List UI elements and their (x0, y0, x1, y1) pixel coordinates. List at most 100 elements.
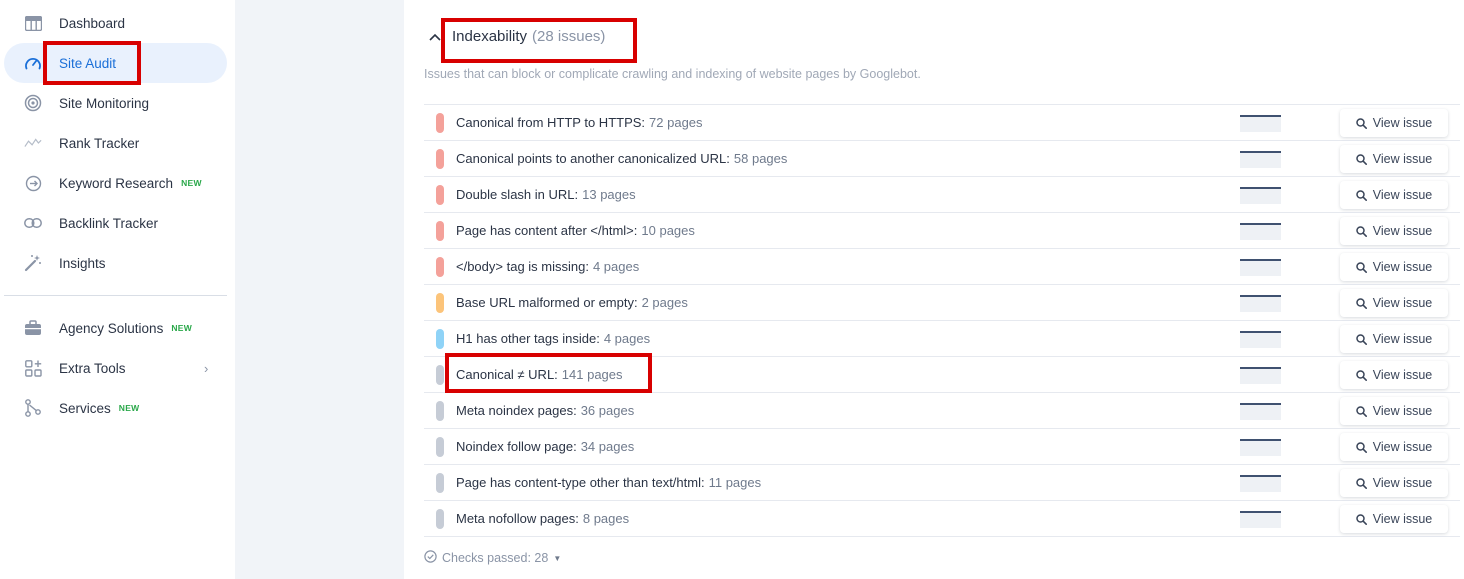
sidebar-item-backlink-tracker[interactable]: Backlink Tracker (4, 203, 227, 243)
view-issue-button[interactable]: View issue (1340, 361, 1448, 389)
issue-row: Canonical points to another canonicalize… (424, 141, 1460, 177)
sidebar-item-label: Backlink Tracker (59, 215, 159, 231)
view-issue-button[interactable]: View issue (1340, 181, 1448, 209)
view-issue-button[interactable]: View issue (1340, 325, 1448, 353)
sidebar-item-site-audit[interactable]: Site Audit (4, 43, 227, 83)
sidebar-item-services[interactable]: Services NEW (4, 388, 227, 428)
view-issue-label: View issue (1372, 116, 1433, 130)
severity-indicator (436, 365, 444, 385)
grid-plus-icon (24, 359, 42, 377)
view-issue-button[interactable]: View issue (1340, 145, 1448, 173)
severity-indicator (436, 221, 444, 241)
issue-label: Noindex follow page: 34 pages (456, 439, 634, 454)
search-icon (1355, 225, 1367, 237)
sidebar: Dashboard Site Audit Site Monitoring Ran… (0, 0, 235, 579)
search-icon (1355, 117, 1367, 129)
sidebar-item-label: Keyword Research (59, 175, 174, 191)
severity-indicator (436, 149, 444, 169)
view-issue-label: View issue (1372, 476, 1433, 490)
view-issue-button[interactable]: View issue (1340, 505, 1448, 533)
sidebar-item-label: Extra Tools (59, 360, 126, 376)
checks-passed-toggle[interactable]: Checks passed: 28 ▼ (424, 550, 561, 566)
new-badge: NEW (181, 178, 202, 188)
speedometer-icon (24, 54, 42, 72)
trend-sparkline (1240, 367, 1281, 384)
trend-sparkline (1240, 403, 1281, 420)
sidebar-item-site-monitoring[interactable]: Site Monitoring (4, 83, 227, 123)
issue-label: Page has content-type other than text/ht… (456, 475, 761, 490)
search-icon (1355, 369, 1367, 381)
view-issue-label: View issue (1372, 188, 1433, 202)
severity-indicator (436, 401, 444, 421)
view-issue-button[interactable]: View issue (1340, 289, 1448, 317)
sidebar-item-dashboard[interactable]: Dashboard (4, 3, 227, 43)
issue-row: Meta nofollow pages: 8 pages View issue (424, 501, 1460, 537)
issue-row: Canonical ≠ URL: 141 pages View issue (424, 357, 1460, 393)
sidebar-item-rank-tracker[interactable]: Rank Tracker (4, 123, 227, 163)
view-issue-button[interactable]: View issue (1340, 217, 1448, 245)
chevron-right-icon: › (204, 361, 209, 376)
sidebar-item-agency-solutions[interactable]: Agency Solutions NEW (4, 308, 227, 348)
view-issue-button[interactable]: View issue (1340, 397, 1448, 425)
issue-label: </body> tag is missing: 4 pages (456, 259, 639, 274)
sidebar-divider (4, 295, 227, 296)
section-title: Indexability (452, 28, 528, 45)
issue-name: Canonical ≠ URL: (456, 367, 558, 382)
trend-sparkline (1240, 439, 1281, 456)
view-issue-button[interactable]: View issue (1340, 433, 1448, 461)
section-description: Issues that can block or complicate craw… (424, 67, 921, 81)
issue-list: Canonical from HTTP to HTTPS: 72 pages Vie… (424, 104, 1460, 537)
trend-sparkline (1240, 331, 1281, 348)
section-header[interactable]: Indexability (28 issues) (428, 28, 605, 45)
trend-sparkline (1240, 151, 1281, 168)
sidebar-item-label: Agency Solutions (59, 320, 164, 336)
search-icon (1355, 405, 1367, 417)
issue-name: Meta nofollow pages: (456, 511, 579, 526)
severity-indicator (436, 509, 444, 529)
issue-row: Canonical from HTTP to HTTPS: 72 pages Vie… (424, 105, 1460, 141)
search-icon (1355, 477, 1367, 489)
search-icon (1355, 441, 1367, 453)
issue-name: Base URL malformed or empty: (456, 295, 638, 310)
sidebar-item-label: Site Audit (59, 55, 117, 71)
issue-row: Double slash in URL: 13 pages View issue (424, 177, 1460, 213)
view-issue-button[interactable]: View issue (1340, 109, 1448, 137)
view-issue-button[interactable]: View issue (1340, 253, 1448, 281)
trend-sparkline (1240, 511, 1281, 528)
issue-pages: 4 pages (592, 259, 640, 274)
sidebar-item-extra-tools[interactable]: Extra Tools › (4, 348, 227, 388)
view-issue-label: View issue (1372, 224, 1433, 238)
sidebar-item-label: Rank Tracker (59, 135, 140, 151)
issue-pages: 141 pages (561, 367, 623, 382)
severity-indicator (436, 257, 444, 277)
view-issue-label: View issue (1372, 512, 1433, 526)
issue-pages: 13 pages (582, 187, 636, 202)
nodes-icon (24, 399, 42, 417)
new-badge: NEW (171, 323, 193, 333)
issue-name: </body> tag is missing: (456, 259, 589, 274)
issue-pages: 36 pages (580, 403, 635, 418)
caret-down-icon: ▼ (553, 553, 562, 563)
issue-label: Page has content after </html>: 10 pages (456, 223, 695, 238)
view-issue-button[interactable]: View issue (1340, 469, 1448, 497)
issue-row: Page has content after </html>: 10 pages V… (424, 213, 1460, 249)
issue-row: Meta noindex pages: 36 pages View issue (424, 393, 1460, 429)
sidebar-item-label: Site Monitoring (59, 95, 150, 111)
sidebar-item-keyword-research[interactable]: Keyword Research NEW (4, 163, 227, 203)
main-panel: Indexability (28 issues) Issues that can… (404, 0, 1464, 579)
issue-row: Base URL malformed or empty: 2 pages View … (424, 285, 1460, 321)
dashboard-icon (24, 14, 42, 32)
sidebar-item-label: Insights (59, 255, 106, 271)
sidebar-item-insights[interactable]: Insights (4, 243, 227, 283)
view-issue-label: View issue (1372, 368, 1433, 382)
issue-row: </body> tag is missing: 4 pages View issue (424, 249, 1460, 285)
severity-indicator (436, 473, 444, 493)
view-issue-label: View issue (1372, 332, 1433, 346)
search-icon (1355, 189, 1367, 201)
issue-name: H1 has other tags inside: (456, 331, 600, 346)
trend-sparkline (1240, 223, 1281, 240)
chevron-up-icon[interactable] (428, 30, 442, 44)
issue-pages: 10 pages (641, 223, 695, 238)
view-issue-label: View issue (1372, 260, 1433, 274)
search-icon (1355, 261, 1367, 273)
